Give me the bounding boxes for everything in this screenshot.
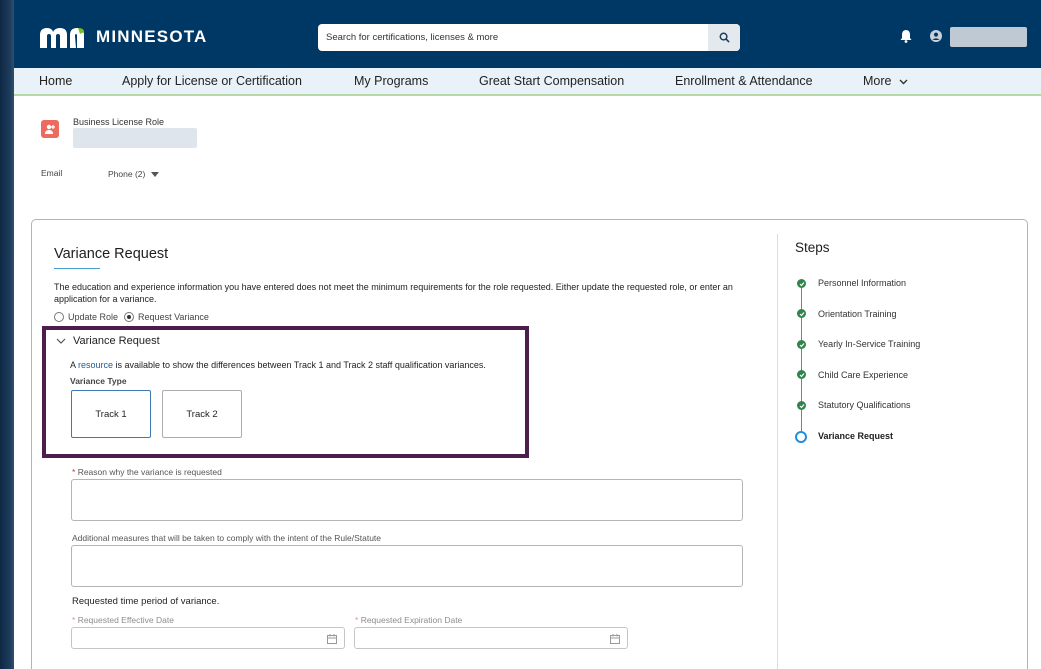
brand-name: MINNESOTA (96, 27, 208, 46)
step-yearly-in-service-training[interactable]: Yearly In-Service Training (818, 339, 920, 349)
step-orientation-training[interactable]: Orientation Training (818, 309, 897, 319)
step-statutory-qualifications[interactable]: Statutory Qualifications (818, 400, 911, 410)
request-variance-radio[interactable] (124, 312, 135, 322)
expiration-date-label: * Requested Expiration Date (355, 615, 462, 625)
measures-label: Additional measures that will be taken t… (72, 533, 382, 543)
nav-item-enrollment[interactable]: Enrollment & Attendance (675, 74, 813, 88)
role-name-redacted (73, 128, 197, 148)
chevron-down-icon (899, 79, 908, 85)
required-marker: * (72, 615, 76, 625)
role-choice-group: Update Role Request Variance (54, 312, 215, 322)
state-logo[interactable]: MINNESOTA (40, 26, 208, 48)
check-icon (799, 311, 804, 316)
notification-bell-icon[interactable] (900, 29, 912, 43)
request-variance-label: Request Variance (138, 312, 209, 322)
nav-more-label: More (863, 74, 892, 88)
step-complete-icon (797, 370, 806, 379)
step-child-care-experience[interactable]: Child Care Experience (818, 370, 908, 380)
resource-link[interactable]: resource (78, 360, 113, 370)
required-marker: * (72, 467, 76, 477)
reason-textarea[interactable] (71, 479, 743, 521)
check-icon (799, 372, 804, 377)
nav-item-apply[interactable]: Apply for License or Certification (122, 74, 302, 88)
search-button[interactable] (708, 24, 740, 51)
email-label: Email (41, 168, 63, 178)
resource-prefix: A (70, 360, 79, 370)
step-complete-icon (797, 309, 806, 318)
effective-date-label: * Requested Effective Date (72, 615, 174, 625)
period-label: Requested time period of variance. (72, 596, 220, 607)
chevron-down-icon (56, 338, 66, 344)
caret-down-icon (150, 172, 159, 177)
search-bar (318, 24, 740, 51)
reason-label: * Reason why the variance is requested (72, 467, 222, 477)
title-underline (54, 268, 100, 269)
check-icon (799, 403, 804, 408)
phone-label: Phone (2) (108, 169, 146, 179)
page: MINNESOTA Home Apply for License or Cert… (14, 0, 1041, 669)
calendar-icon[interactable] (610, 634, 620, 644)
step-current-icon (795, 431, 807, 443)
effective-date-input[interactable] (71, 627, 345, 649)
top-bar: MINNESOTA (14, 0, 1041, 68)
phone-dropdown[interactable]: Phone (2) (108, 169, 159, 179)
expiration-date-label-text: Requested Expiration Date (360, 615, 463, 625)
step-variance-request[interactable]: Variance Request (818, 431, 893, 441)
step-personnel-information[interactable]: Personnel Information (818, 278, 906, 288)
check-icon (799, 281, 804, 286)
resource-suffix: is available to show the differences bet… (113, 360, 486, 370)
main-nav: Home Apply for License or Certification … (14, 68, 1041, 96)
steps-title: Steps (795, 240, 830, 255)
update-role-label: Update Role (68, 312, 119, 322)
step-complete-icon (797, 340, 806, 349)
step-complete-icon (797, 401, 806, 410)
measures-textarea[interactable] (71, 545, 743, 587)
variance-card: Variance Request The education and exper… (31, 219, 1028, 669)
role-label: Business License Role (73, 117, 165, 127)
required-marker: * (355, 615, 359, 625)
page-title: Variance Request (54, 246, 169, 262)
track-2-button[interactable]: Track 2 (162, 390, 242, 438)
search-input[interactable] (318, 24, 708, 51)
user-avatar-icon[interactable] (930, 30, 942, 42)
role-avatar (41, 120, 59, 138)
update-role-radio[interactable] (54, 312, 64, 322)
step-complete-icon (797, 279, 806, 288)
track-1-button[interactable]: Track 1 (71, 390, 151, 438)
user-name-redacted[interactable] (950, 27, 1027, 47)
window-edge (0, 0, 14, 669)
nav-item-more[interactable]: More (863, 74, 908, 88)
check-icon (799, 342, 804, 347)
section-title: Variance Request (73, 335, 160, 347)
variance-type-label: Variance Type (70, 376, 127, 386)
nav-item-home[interactable]: Home (39, 74, 72, 88)
nav-item-great-start[interactable]: Great Start Compensation (479, 74, 624, 88)
effective-date-label-text: Requested Effective Date (77, 615, 174, 625)
resource-line: A resource is available to show the diff… (70, 360, 486, 370)
variance-description: The education and experience information… (54, 282, 733, 304)
reason-label-text: Reason why the variance is requested (77, 467, 222, 477)
nav-item-my-programs[interactable]: My Programs (354, 74, 428, 88)
calendar-icon[interactable] (327, 634, 337, 644)
expiration-date-input[interactable] (354, 627, 628, 649)
search-icon (719, 32, 730, 43)
column-divider (777, 234, 778, 669)
variance-section-toggle[interactable]: Variance Request (56, 335, 160, 347)
contact-icon (45, 124, 55, 134)
minnesota-logo-icon (40, 28, 84, 48)
